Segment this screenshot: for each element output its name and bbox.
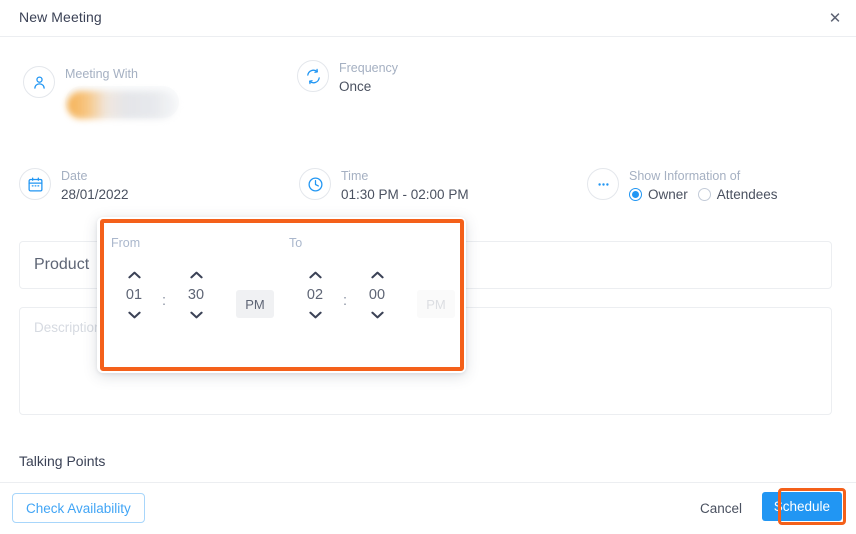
person-icon [23, 66, 55, 98]
date-value: 28/01/2022 [61, 187, 129, 202]
radio-option-owner[interactable]: Owner [629, 187, 688, 202]
chevron-down-icon[interactable] [360, 307, 394, 323]
chevron-down-icon[interactable] [117, 307, 151, 323]
time-picker-from-label: From [111, 236, 141, 250]
cancel-button[interactable]: Cancel [690, 493, 752, 523]
to-meridiem-toggle[interactable]: PM [417, 290, 455, 318]
dialog-footer: Check Availability Cancel Schedule [0, 482, 856, 534]
show-information-radio-group: Owner Attendees [629, 187, 778, 202]
to-separator: : [343, 293, 348, 309]
radio-option-attendees[interactable]: Attendees [697, 187, 778, 202]
chevron-up-icon[interactable] [360, 267, 394, 283]
field-label: Show Information of [629, 169, 741, 183]
to-hour-stepper: 02 [298, 267, 332, 323]
field-time[interactable]: Time 01:30 PM - 02:00 PM [299, 168, 469, 204]
chevron-up-icon[interactable] [298, 267, 332, 283]
ellipsis-icon [587, 168, 619, 200]
chevron-up-icon[interactable] [117, 267, 151, 283]
from-separator: : [162, 293, 167, 309]
meeting-with-input[interactable] [65, 86, 179, 119]
radio-label-owner: Owner [648, 187, 688, 202]
page-title: New Meeting [19, 9, 102, 25]
description-placeholder: Description [34, 320, 102, 335]
radio-indicator-attendees [697, 188, 711, 201]
frequency-value: Once [339, 79, 372, 94]
field-label: Time [341, 169, 369, 183]
field-label: Date [61, 169, 88, 183]
from-hour-value: 01 [125, 287, 143, 303]
from-minute-value: 30 [187, 287, 205, 303]
field-frequency[interactable]: Frequency Once [297, 60, 398, 96]
from-minute-stepper: 30 [179, 267, 213, 323]
close-icon[interactable]: ✕ [824, 7, 846, 29]
field-show-information-of: Show Information of Owner Attendees [587, 168, 778, 202]
time-value: 01:30 PM - 02:00 PM [341, 187, 469, 202]
to-minute-stepper: 00 [360, 267, 394, 323]
radio-indicator-owner [629, 188, 642, 201]
check-availability-button[interactable]: Check Availability [12, 493, 145, 523]
field-label: Frequency [339, 61, 399, 75]
repeat-icon [297, 60, 329, 92]
to-hour-value: 02 [306, 287, 324, 303]
from-meridiem-toggle[interactable]: PM [236, 290, 274, 318]
clock-icon [299, 168, 331, 200]
schedule-button[interactable]: Schedule [761, 492, 842, 521]
calendar-icon [19, 168, 51, 200]
to-minute-value: 00 [368, 287, 386, 303]
field-date[interactable]: Date 28/01/2022 [19, 168, 129, 204]
subject-value: Product [34, 256, 90, 273]
talking-points-heading: Talking Points [19, 453, 106, 469]
new-meeting-dialog: New Meeting ✕ Meeting With Frequency Onc… [0, 0, 856, 534]
radio-label-attendees: Attendees [716, 187, 778, 202]
field-meeting-with: Meeting With [23, 66, 179, 119]
chevron-down-icon[interactable] [179, 307, 213, 323]
field-label: Meeting With [65, 67, 138, 81]
chevron-down-icon[interactable] [298, 307, 332, 323]
redacted-value [67, 90, 177, 119]
time-picker-popup: From To 01 : 30 PM 02: 00 PM [97, 217, 466, 373]
dialog-header: New Meeting ✕ [0, 0, 856, 37]
time-picker-to-label: To [289, 236, 303, 250]
from-hour-stepper: 01 [117, 267, 151, 323]
chevron-up-icon[interactable] [179, 267, 213, 283]
